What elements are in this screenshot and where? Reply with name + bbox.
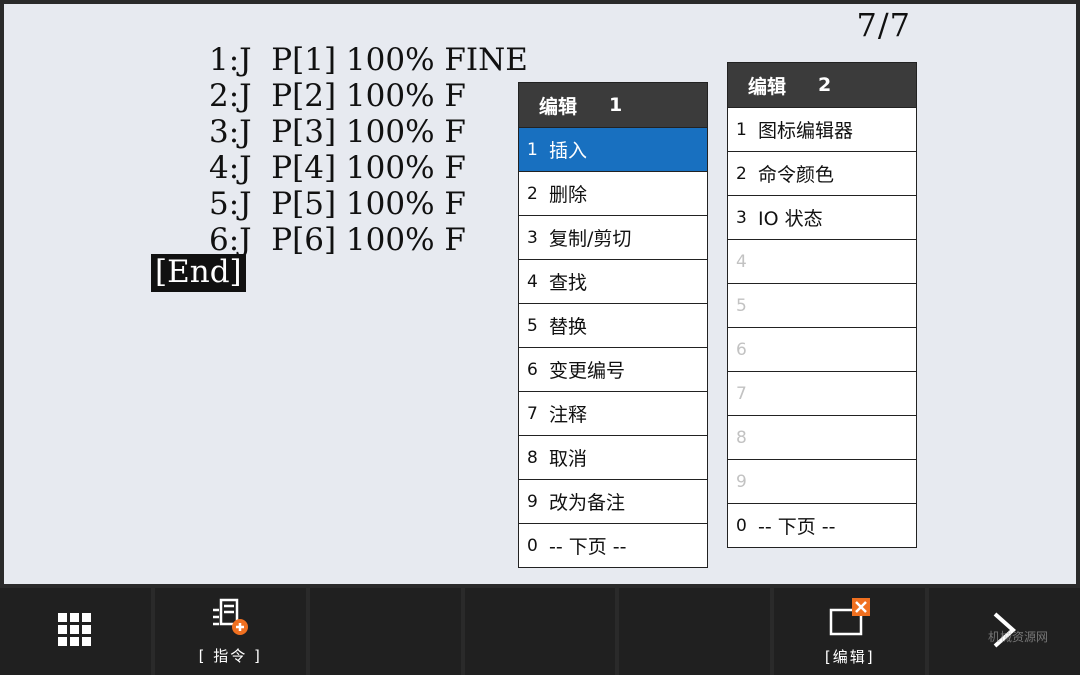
softkey-empty[interactable] [309, 588, 461, 675]
menu-item-label: 图标编辑器 [758, 120, 854, 142]
menu-title: 编辑 [748, 75, 787, 98]
softkey-bar: [ 指令 ] [编辑] 机械资源网 [0, 588, 1080, 675]
edit-button[interactable]: [编辑] [774, 588, 926, 675]
menu-item-number: 2 [527, 183, 538, 204]
softkey-empty[interactable] [464, 588, 616, 675]
menu-page-number: 1 [609, 94, 623, 116]
menu-item-label: 命令颜色 [758, 164, 835, 186]
menu-item-number: 3 [527, 227, 538, 248]
menu-grid-button[interactable] [0, 588, 151, 675]
instruction-button[interactable]: [ 指令 ] [154, 588, 306, 675]
menu-item-label: 删除 [549, 184, 588, 206]
menu-item-number: 0 [736, 515, 747, 536]
program-line[interactable]: 4:J P[4] 100% F [209, 150, 528, 186]
menu-item-number: 6 [736, 339, 747, 360]
menu-item-undo[interactable]: 8 取消 [519, 435, 707, 479]
menu-item-number: 3 [736, 207, 747, 228]
next-softkeys-button[interactable]: 机械资源网 [929, 588, 1080, 675]
menu-item-next-page[interactable]: 0 -- 下页 -- [728, 503, 916, 547]
menu-page-number: 2 [818, 74, 832, 96]
menu-item-number: 5 [736, 295, 747, 316]
program-line[interactable]: 5:J P[5] 100% F [209, 186, 528, 222]
program-line[interactable]: 6:J P[6] 100% F [209, 222, 528, 258]
menu-item-io-status[interactable]: 3 IO 状态 [728, 195, 916, 239]
add-instruction-icon [210, 597, 250, 641]
program-line[interactable]: 1:J P[1] 100% FINE [209, 42, 528, 78]
menu-item-icon-editor[interactable]: 1 图标编辑器 [728, 107, 916, 151]
menu-item-next-page[interactable]: 0 -- 下页 -- [519, 523, 707, 567]
menu-item-number: 7 [736, 383, 747, 404]
teach-pendant-screen: 7/7 1:J P[1] 100% FINE 2:J P[2] 100% F 3… [4, 4, 1076, 584]
menu-item-label: 变更编号 [549, 360, 626, 382]
menu-item-number: 8 [736, 427, 747, 448]
menu-item-empty: 9 [728, 459, 916, 503]
menu-item-empty: 7 [728, 371, 916, 415]
menu-item-number: 8 [527, 447, 538, 468]
instruction-label: [ 指令 ] [198, 647, 262, 665]
grid-icon [58, 612, 92, 651]
edit-window-close-icon [828, 596, 872, 642]
edit-menu-page-2: 编辑 2 1 图标编辑器 2 命令颜色 3 IO 状态 4 5 6 7 8 9 … [727, 62, 917, 548]
menu-item-empty: 4 [728, 239, 916, 283]
menu-item-label: 注释 [549, 404, 588, 426]
menu-item-delete[interactable]: 2 删除 [519, 171, 707, 215]
menu-item-replace[interactable]: 5 替换 [519, 303, 707, 347]
menu-header: 编辑 2 [728, 63, 916, 107]
menu-item-number: 4 [527, 271, 538, 292]
page-counter: 7/7 [856, 6, 911, 44]
menu-item-number: 6 [527, 359, 538, 380]
menu-item-comment[interactable]: 7 注释 [519, 391, 707, 435]
menu-item-number: 9 [527, 491, 538, 512]
menu-item-find[interactable]: 4 查找 [519, 259, 707, 303]
menu-item-empty: 6 [728, 327, 916, 371]
menu-item-number: 5 [527, 315, 538, 336]
menu-item-empty: 8 [728, 415, 916, 459]
softkey-empty[interactable] [619, 588, 771, 675]
menu-item-renumber[interactable]: 6 变更编号 [519, 347, 707, 391]
menu-item-number: 7 [527, 403, 538, 424]
menu-item-number: 1 [736, 119, 747, 140]
menu-item-label: IO 状态 [758, 208, 823, 230]
menu-item-label: -- 下页 -- [549, 536, 627, 558]
edit-label: [编辑] [824, 648, 875, 666]
menu-title: 编辑 [539, 95, 578, 118]
menu-item-label: 复制/剪切 [549, 228, 632, 250]
menu-item-command-color[interactable]: 2 命令颜色 [728, 151, 916, 195]
menu-item-number: 2 [736, 163, 747, 184]
menu-item-label: 改为备注 [549, 492, 626, 514]
menu-item-copy-cut[interactable]: 3 复制/剪切 [519, 215, 707, 259]
menu-item-number: 4 [736, 251, 747, 272]
program-line[interactable]: 3:J P[3] 100% F [209, 114, 528, 150]
menu-item-empty: 5 [728, 283, 916, 327]
end-marker[interactable]: [End] [151, 254, 246, 292]
menu-item-insert[interactable]: 1 插入 [519, 127, 707, 171]
menu-item-number: 0 [527, 535, 538, 556]
menu-item-label: 取消 [549, 448, 588, 470]
menu-item-number: 9 [736, 471, 747, 492]
watermark: 机械资源网 [988, 630, 1049, 644]
program-line[interactable]: 2:J P[2] 100% F [209, 78, 528, 114]
menu-item-number: 1 [527, 139, 538, 160]
program-listing: 1:J P[1] 100% FINE 2:J P[2] 100% F 3:J P… [209, 42, 528, 258]
menu-item-label: 插入 [549, 140, 588, 162]
menu-item-to-remark[interactable]: 9 改为备注 [519, 479, 707, 523]
menu-item-label: -- 下页 -- [758, 516, 836, 538]
menu-header: 编辑 1 [519, 83, 707, 127]
menu-item-label: 替换 [549, 316, 588, 338]
edit-menu-page-1: 编辑 1 1 插入 2 删除 3 复制/剪切 4 查找 5 替换 6 变更编号 … [518, 82, 708, 568]
menu-item-label: 查找 [549, 272, 588, 294]
